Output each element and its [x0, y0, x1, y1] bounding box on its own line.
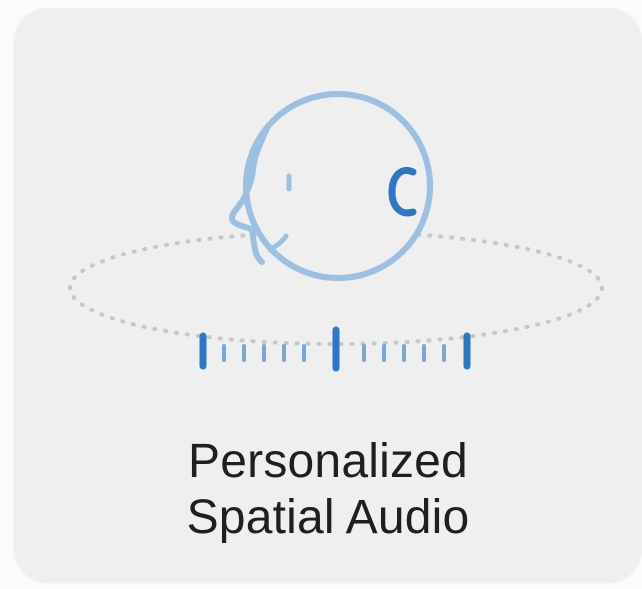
tile-label: Personalized Spatial Audio — [14, 434, 642, 546]
tile-title-line-2: Spatial Audio — [186, 491, 470, 544]
tile-title-line-1: Personalized — [188, 435, 468, 488]
